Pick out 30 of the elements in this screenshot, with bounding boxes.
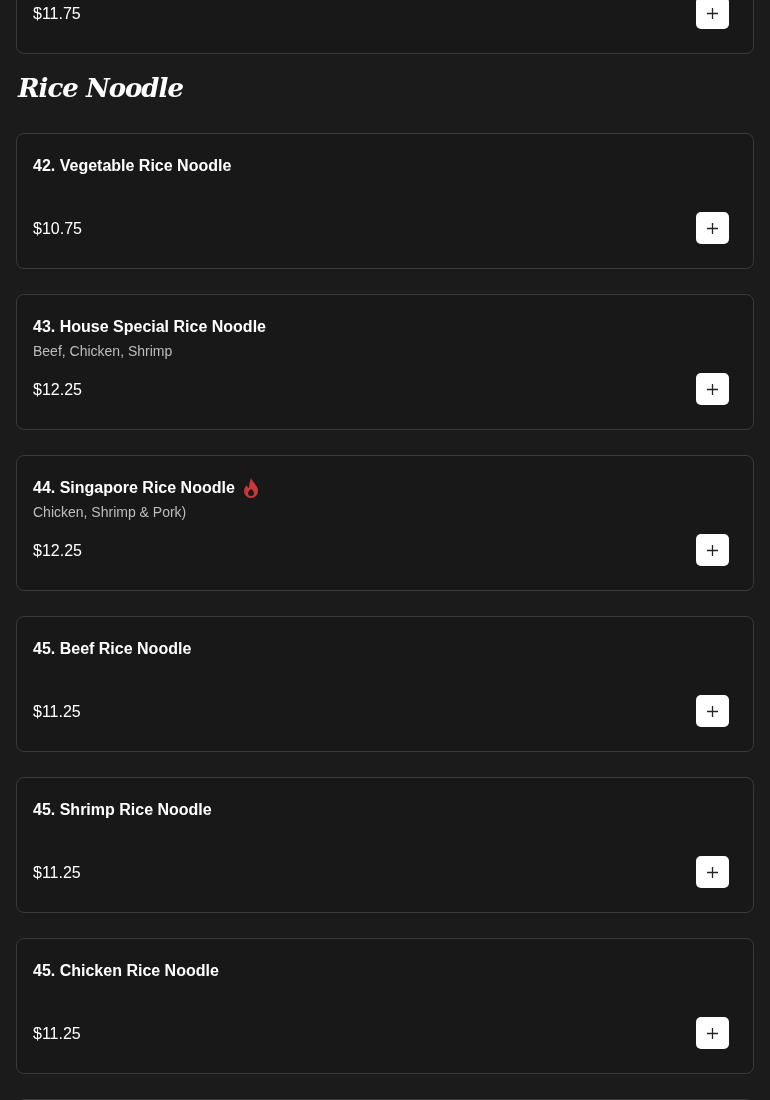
add-button[interactable] bbox=[696, 373, 729, 405]
item-name: 42. Vegetable Rice Noodle bbox=[33, 157, 232, 175]
plus-icon bbox=[707, 866, 718, 878]
item-name: 44. Singapore Rice Noodle bbox=[33, 479, 235, 497]
add-button[interactable] bbox=[696, 0, 729, 29]
plus-icon bbox=[707, 705, 718, 717]
item-price: $10.75 bbox=[33, 220, 82, 238]
item-price: $11.25 bbox=[33, 1025, 81, 1043]
add-button[interactable] bbox=[696, 695, 729, 727]
section-heading: Rice Noodle bbox=[18, 73, 184, 103]
add-button[interactable] bbox=[696, 1017, 729, 1049]
item-description: Chicken, Shrimp & Pork) bbox=[33, 504, 188, 520]
plus-icon bbox=[707, 383, 718, 395]
plus-icon bbox=[707, 1027, 718, 1039]
item-price: $11.25 bbox=[33, 703, 81, 721]
item-price: $11.75 bbox=[33, 5, 81, 23]
item-name: 45. Chicken Rice Noodle bbox=[33, 962, 219, 980]
plus-icon bbox=[707, 544, 718, 556]
item-price: $11.25 bbox=[33, 864, 81, 882]
item-name: 43. House Special Rice Noodle bbox=[33, 318, 266, 336]
plus-icon bbox=[707, 7, 718, 19]
add-button[interactable] bbox=[696, 212, 729, 244]
plus-icon bbox=[707, 222, 718, 234]
item-name: 45. Beef Rice Noodle bbox=[33, 640, 192, 658]
item-name: 45. Shrimp Rice Noodle bbox=[33, 801, 212, 819]
item-description: Beef, Chicken, Shrimp bbox=[33, 343, 174, 359]
add-button[interactable] bbox=[696, 534, 729, 566]
item-price: $12.25 bbox=[33, 381, 82, 399]
item-price: $12.25 bbox=[33, 542, 82, 560]
add-button[interactable] bbox=[696, 856, 729, 888]
